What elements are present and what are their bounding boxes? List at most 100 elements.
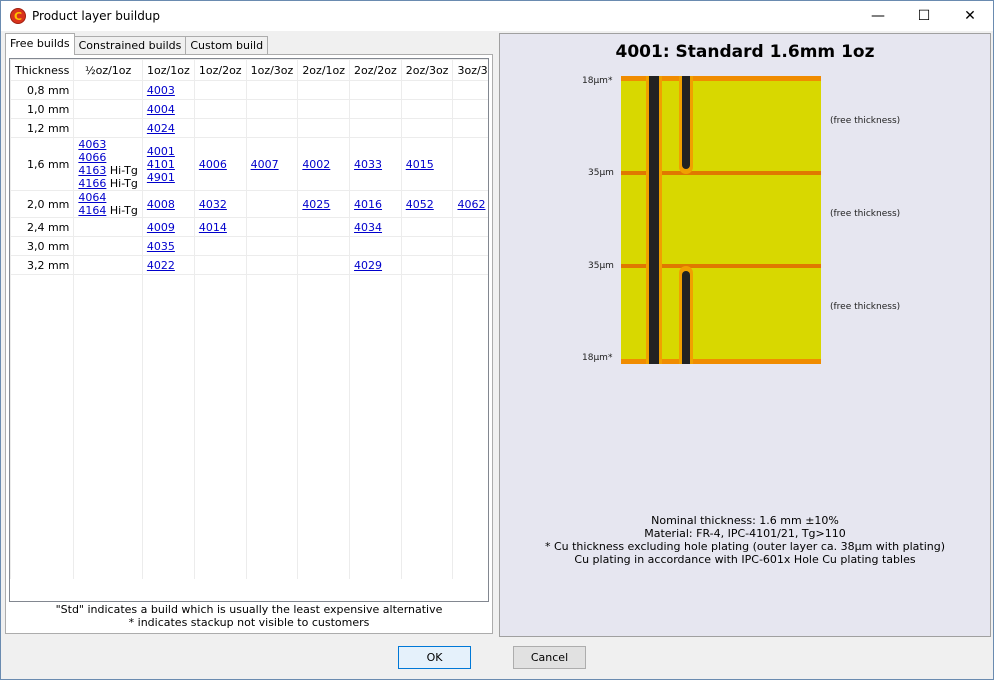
table-row: 2,0 mm 4064 4164 Hi-Tg 4008 4032 4025 4016 4052… — [10, 190, 488, 218]
build-cell — [73, 236, 143, 256]
blind-via-bottom-drill — [682, 271, 690, 364]
build-cell: 4025 — [297, 190, 351, 218]
plating-note: Cu plating in accordance with IPC-601x H… — [574, 553, 916, 566]
table-row: 3,2 mm 4022 4029 — [10, 255, 488, 275]
layer-label-4: 18µm* — [582, 353, 613, 363]
build-cell: 4032 — [193, 190, 247, 218]
dialog-window: C Product layer buildup — ☐ ✕ Free build… — [0, 0, 994, 680]
build-cell: 4062 — [452, 190, 488, 218]
layer-label-2: 35µm — [588, 168, 614, 178]
build-link[interactable]: 4015 — [406, 158, 434, 171]
thickness-cell: 2,4 mm — [10, 217, 75, 237]
build-cell — [245, 217, 299, 237]
stackup-diagram — [621, 76, 821, 364]
minimize-button[interactable]: — — [855, 1, 901, 31]
build-cell — [400, 99, 454, 119]
build-cell — [400, 118, 454, 138]
stackup-preview: 4001: Standard 1.6mm 1oz 18µm* 35µm 35µm… — [499, 33, 991, 637]
build-cell — [452, 255, 488, 275]
table-row: 1,0 mm 4004 — [10, 99, 488, 119]
tab-free-builds[interactable]: Free builds — [5, 33, 75, 55]
close-button[interactable]: ✕ — [947, 1, 993, 31]
build-cell — [193, 236, 247, 256]
build-link[interactable]: 4016 — [354, 198, 382, 211]
build-cell: 4015 — [400, 137, 454, 191]
build-link[interactable]: 4032 — [199, 198, 227, 211]
ok-button[interactable]: OK — [398, 646, 471, 669]
build-cell — [245, 118, 299, 138]
build-link[interactable]: 4033 — [354, 158, 382, 171]
build-cell — [452, 99, 488, 119]
build-link[interactable]: 4001 — [147, 145, 175, 158]
column-header: ½oz/1oz — [73, 59, 143, 81]
build-link[interactable]: 4062 — [457, 198, 485, 211]
build-link[interactable]: 4066 — [78, 151, 106, 164]
build-link[interactable]: 4008 — [147, 198, 175, 211]
build-link[interactable]: 4003 — [147, 84, 175, 97]
build-cell — [245, 255, 299, 275]
maximize-button[interactable]: ☐ — [901, 1, 947, 31]
column-header: 1oz/3oz — [245, 59, 299, 81]
build-cell: 4033 — [349, 137, 402, 191]
build-cell: 4014 — [193, 217, 247, 237]
builds-grid: Thickness ½oz/1oz 1oz/1oz 1oz/2oz 1oz/3oz 2oz… — [9, 58, 489, 602]
build-link[interactable]: 4009 — [147, 221, 175, 234]
build-link[interactable]: 4024 — [147, 122, 175, 135]
build-link[interactable]: 4052 — [406, 198, 434, 211]
table-row: 3,0 mm 4035 — [10, 236, 488, 256]
build-link[interactable]: 4025 — [302, 198, 330, 211]
build-cell — [297, 236, 351, 256]
build-note: Hi-Tg — [109, 164, 138, 177]
build-link[interactable]: 4035 — [147, 240, 175, 253]
window-title: Product layer buildup — [32, 9, 161, 23]
build-cell — [400, 236, 454, 256]
empty-row — [10, 521, 488, 541]
empty-row — [10, 426, 488, 446]
build-note: Hi-Tg — [109, 204, 138, 217]
build-cell — [245, 80, 299, 100]
empty-row — [10, 445, 488, 465]
core-label-1: (free thickness) — [830, 116, 901, 126]
build-cell — [193, 99, 247, 119]
build-link[interactable]: 4063 — [78, 138, 106, 151]
build-link[interactable]: 4163 — [78, 164, 106, 177]
build-link[interactable]: 4101 — [147, 158, 175, 171]
build-link[interactable]: 4029 — [354, 259, 382, 272]
build-link[interactable]: 4014 — [199, 221, 227, 234]
column-header: 1oz/2oz — [193, 59, 247, 81]
build-link[interactable]: 4022 — [147, 259, 175, 272]
build-cell: 4064 4164 Hi-Tg — [73, 190, 143, 218]
column-header: 2oz/3oz — [400, 59, 454, 81]
build-cell — [245, 236, 299, 256]
build-cell — [297, 99, 351, 119]
empty-row — [10, 331, 488, 351]
build-link[interactable]: 4164 — [78, 204, 106, 217]
build-link[interactable]: 4007 — [251, 158, 279, 171]
build-link[interactable]: 4166 — [78, 177, 106, 190]
build-cell: 4006 — [193, 137, 247, 191]
build-cell — [400, 80, 454, 100]
build-cell: 4007 — [245, 137, 299, 191]
blind-via-top-drill — [682, 76, 690, 169]
build-link[interactable]: 4006 — [199, 158, 227, 171]
cancel-button[interactable]: Cancel — [513, 646, 586, 669]
tab-custom-build[interactable]: Custom build — [185, 36, 269, 55]
tab-constrained-builds[interactable]: Constrained builds — [73, 36, 187, 55]
title-bar: C Product layer buildup — ☐ ✕ — [1, 1, 993, 31]
build-link[interactable]: 4901 — [147, 171, 175, 184]
build-link[interactable]: 4002 — [302, 158, 330, 171]
thickness-cell: 1,2 mm — [10, 118, 75, 138]
core-label-3: (free thickness) — [830, 302, 901, 312]
stackup-notes: Nominal thickness: 1.6 mm ±10% Material:… — [500, 514, 990, 566]
build-cell — [297, 217, 351, 237]
thickness-cell: 1,0 mm — [10, 99, 75, 119]
build-cell: 4063 4066 4163 Hi-Tg 4166 Hi-Tg — [73, 137, 143, 191]
material: Material: FR-4, IPC-4101/21, Tg>110 — [644, 527, 846, 540]
build-link[interactable]: 4034 — [354, 221, 382, 234]
build-cell — [297, 80, 351, 100]
build-link[interactable]: 4004 — [147, 103, 175, 116]
build-link[interactable]: 4064 — [78, 191, 106, 204]
through-hole-drill — [649, 76, 659, 364]
build-cell — [245, 190, 299, 218]
build-cell: 4008 — [141, 190, 195, 218]
